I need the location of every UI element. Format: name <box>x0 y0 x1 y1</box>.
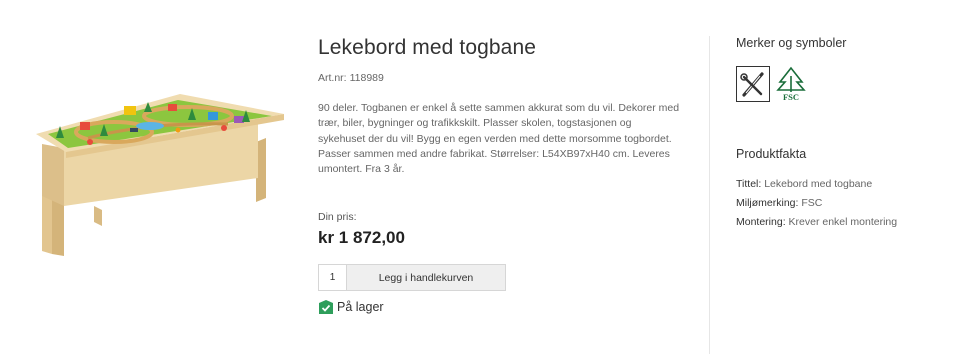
column-divider <box>709 36 710 354</box>
article-number-label: Art.nr: <box>318 72 347 84</box>
badges-heading: Merker og symboler <box>736 36 847 50</box>
add-to-cart-row: Legg i handlekurven <box>318 264 506 292</box>
fsc-label: FSC <box>783 92 799 102</box>
fact-assembly: Montering: Krever enkel montering <box>736 213 946 232</box>
fact-value: Lekebord med togbane <box>764 178 873 190</box>
stock-status-label: På lager <box>337 300 384 315</box>
facts-heading: Produktfakta <box>736 147 807 161</box>
train-table-illustration <box>36 94 284 256</box>
in-stock-check-icon <box>319 300 333 315</box>
price-value: kr 1 872,00 <box>318 228 405 248</box>
fact-key: Montering: <box>736 216 786 228</box>
add-to-cart-button[interactable]: Legg i handlekurven <box>346 264 506 292</box>
fsc-icon[interactable]: FSC <box>774 66 808 102</box>
fact-eco-label: Miljømerking: FSC <box>736 194 946 213</box>
fact-value: FSC <box>801 197 823 209</box>
facts-list: Tittel: Lekebord med togbane Miljømerkin… <box>736 175 946 232</box>
article-number: Art.nr: 118989 <box>318 72 688 84</box>
quantity-input[interactable] <box>318 264 346 292</box>
price-label: Din pris: <box>318 211 357 224</box>
product-sidebar: Merker og symboler FSC Produktfakta Titt… <box>736 36 946 232</box>
tools-icon[interactable] <box>736 66 770 102</box>
fact-key: Miljømerking: <box>736 197 799 209</box>
badges-list: FSC <box>736 66 946 102</box>
article-number-value: 118989 <box>349 72 384 84</box>
product-description: 90 deler. Togbanen er enkel å sette samm… <box>318 102 680 176</box>
fact-value: Krever enkel montering <box>788 216 898 228</box>
fact-key: Tittel: <box>736 178 762 190</box>
product-image <box>28 86 294 258</box>
stock-status: På lager <box>318 300 688 315</box>
fact-title: Tittel: Lekebord med togbane <box>736 175 946 194</box>
product-title: Lekebord med togbane <box>318 36 536 59</box>
product-info: Lekebord med togbane Art.nr: 118989 90 de… <box>318 36 688 315</box>
